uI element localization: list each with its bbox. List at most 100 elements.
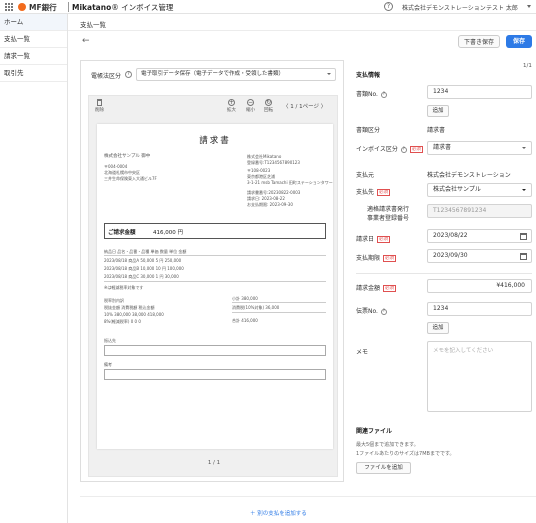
files-note-count: 最大5個まで追加できます。: [356, 442, 419, 448]
help-icon[interactable]: ?: [125, 71, 132, 78]
due-date-input[interactable]: 2023/09/30: [427, 249, 532, 263]
doc-due-date: お支払期限: 2023-09-30: [247, 202, 293, 207]
doc-to-addr2: 三井生命保険東入大通ビル7F: [104, 176, 157, 181]
help-icon[interactable]: ?: [380, 308, 387, 315]
invoice-type-label: インボイス区分? 必須: [356, 144, 423, 153]
payer-value: 株式会社デモンストレーション: [427, 172, 511, 179]
user-menu[interactable]: テスト 太郎: [486, 3, 518, 12]
doc-invoice-no: 請求書番号:20230822-0003: [247, 190, 301, 195]
company-name: 株式会社デモンストレーション: [402, 5, 486, 12]
doc-table-row: 2023/08/18 商品A 50,000 5 円 250,000: [104, 258, 182, 263]
app-grid-icon[interactable]: [5, 3, 13, 11]
payer-label: 支払元: [356, 172, 375, 179]
doc-remarks-box: [104, 345, 326, 356]
section-title-payment-info: 支払情報: [356, 72, 381, 79]
zoom-out-icon: −: [247, 99, 254, 106]
app-name: Mikatano: [72, 3, 112, 12]
page-pager[interactable]: 〈 1 / 1ページ 〉: [283, 102, 326, 110]
doc-to-company: 株式会社サンプル 御中: [104, 154, 151, 159]
doc-amount-value: 416,000 円: [153, 230, 183, 236]
page-title: 支払一覧: [80, 21, 106, 29]
sidebar: ホーム 支払一覧 請求一覧 取引先: [0, 14, 68, 523]
doc-issue-date: 請求日: 2023-08-22: [247, 196, 285, 201]
files-note-size: 1ファイルあたりのサイズは7MBまでです。: [356, 451, 455, 457]
doc-to-zip: 〒004-0004: [104, 164, 128, 169]
calendar-icon[interactable]: [520, 233, 527, 240]
form-divider: [356, 273, 532, 274]
reg-number-label-line1: 適格請求書発行: [367, 206, 410, 213]
slip-no-label: 伝票No.?: [356, 306, 387, 315]
zoom-in-tool[interactable]: + 拡大: [227, 99, 236, 113]
sidebar-item-home[interactable]: ホーム: [0, 14, 67, 31]
ebook-category-select[interactable]: 電子取引データ保存（電子データで作成・受領した書類）: [136, 68, 336, 81]
doc-breakdown-title: 税率別内訳: [104, 298, 124, 303]
add-slip-no-button[interactable]: 追加: [427, 322, 449, 334]
doc-notes-box: [104, 369, 326, 380]
top-bar: MF銀行 Mikatano® インボイス管理 ? 株式会社デモンストレーション …: [0, 0, 536, 14]
rotate-icon: ↻: [265, 99, 272, 106]
chevron-down-icon[interactable]: [527, 5, 531, 8]
viewer-page-footer: 1 / 1: [207, 460, 221, 466]
add-payment-link[interactable]: ＋ 別の支払を追加する: [250, 509, 307, 517]
calendar-icon[interactable]: [520, 253, 527, 260]
zoom-out-tool[interactable]: − 縮小: [246, 99, 255, 113]
doc-to-addr1: 北海道札幌市中央区: [104, 170, 140, 175]
payee-value: 株式会社サンプル: [433, 186, 481, 193]
amount-input[interactable]: ¥416,000: [427, 279, 532, 293]
doc-table-row: 2023/08/18 商品B 10,000 10 円 100,000: [104, 266, 184, 271]
doc-amount-box: ご請求金額 416,000 円: [104, 223, 326, 239]
doc-sum-rule: [232, 302, 326, 303]
back-arrow-icon[interactable]: ←: [82, 36, 90, 46]
amount-label-text: 請求金額: [356, 285, 381, 292]
save-draft-button[interactable]: 下書き保存: [458, 35, 500, 48]
add-file-button[interactable]: ファイルを追加: [356, 462, 411, 474]
memo-label: メモ: [356, 349, 369, 356]
doc-no-label-text: 書類No.: [356, 91, 378, 98]
brand-name: MF銀行: [29, 3, 57, 12]
document-viewer: 削除 + 拡大 − 縮小 ↻ 回転 〈 1 / 1ページ 〉 請求書 株式会社サ…: [88, 95, 338, 477]
doc-sum-rule: [232, 312, 326, 313]
memo-textarea[interactable]: メモを記入してください: [427, 341, 532, 412]
payee-label-text: 支払先: [356, 189, 375, 196]
delete-tool[interactable]: 削除: [95, 99, 104, 113]
mf-logo-icon: [18, 3, 26, 11]
invoice-date-input[interactable]: 2023/08/22: [427, 229, 532, 243]
sidebar-item-invoices[interactable]: 請求一覧: [0, 48, 67, 65]
doc-from-company: 株式会社Mikatano: [247, 154, 282, 159]
app-suffix: インボイス管理: [121, 3, 174, 12]
required-badge: 必須: [377, 236, 391, 243]
slip-no-label-text: 伝票No.: [356, 308, 378, 315]
sidebar-item-partners[interactable]: 取引先: [0, 65, 67, 82]
app-title[interactable]: Mikatano® インボイス管理: [72, 2, 173, 13]
chevron-down-icon: [522, 147, 526, 149]
doc-from-reg: 登録番号:T1234567890123: [247, 160, 300, 165]
invoice-type-value: 請求書: [433, 144, 452, 151]
due-date-value: 2023/09/30: [433, 252, 468, 259]
invoice-type-select[interactable]: 請求書: [427, 141, 532, 155]
caret-down-icon: [522, 189, 526, 191]
doc-table-rule: [104, 255, 326, 256]
doc-table-rule: [104, 281, 326, 282]
help-icon[interactable]: ?: [380, 91, 387, 98]
doc-notes-label: 備考: [104, 362, 112, 367]
doc-type-value: 請求書: [427, 127, 446, 134]
doc-from-addr2: 3-1-21 msb Tamachi 田町ステーションタワー: [247, 180, 333, 185]
doc-table-row: 2023/08/18 商品C 30,000 1 円 30,000: [104, 274, 179, 279]
doc-type-label: 書類区分: [356, 127, 381, 134]
required-badge: 必須: [383, 285, 397, 292]
doc-no-label: 書類No.?: [356, 89, 387, 98]
slip-no-input[interactable]: 1234: [427, 302, 532, 316]
doc-tax: 消費税(10%対象) 36,000: [232, 305, 280, 310]
zoom-in-label: 拡大: [227, 108, 236, 113]
payee-select[interactable]: 株式会社サンプル: [427, 183, 532, 197]
save-button[interactable]: 保存: [506, 35, 532, 48]
rotate-tool[interactable]: ↻ 回転: [264, 99, 273, 113]
doc-breakdown-header: 税抜金額 消費税額 税込金額: [104, 305, 155, 310]
help-icon[interactable]: ?: [384, 2, 393, 11]
doc-no-input[interactable]: 1234: [427, 85, 532, 99]
zoom-in-icon: +: [228, 99, 235, 106]
add-doc-no-button[interactable]: 追加: [427, 105, 449, 117]
header-divider: [68, 30, 536, 31]
help-icon[interactable]: ?: [400, 146, 407, 153]
sidebar-item-payments[interactable]: 支払一覧: [0, 31, 67, 48]
